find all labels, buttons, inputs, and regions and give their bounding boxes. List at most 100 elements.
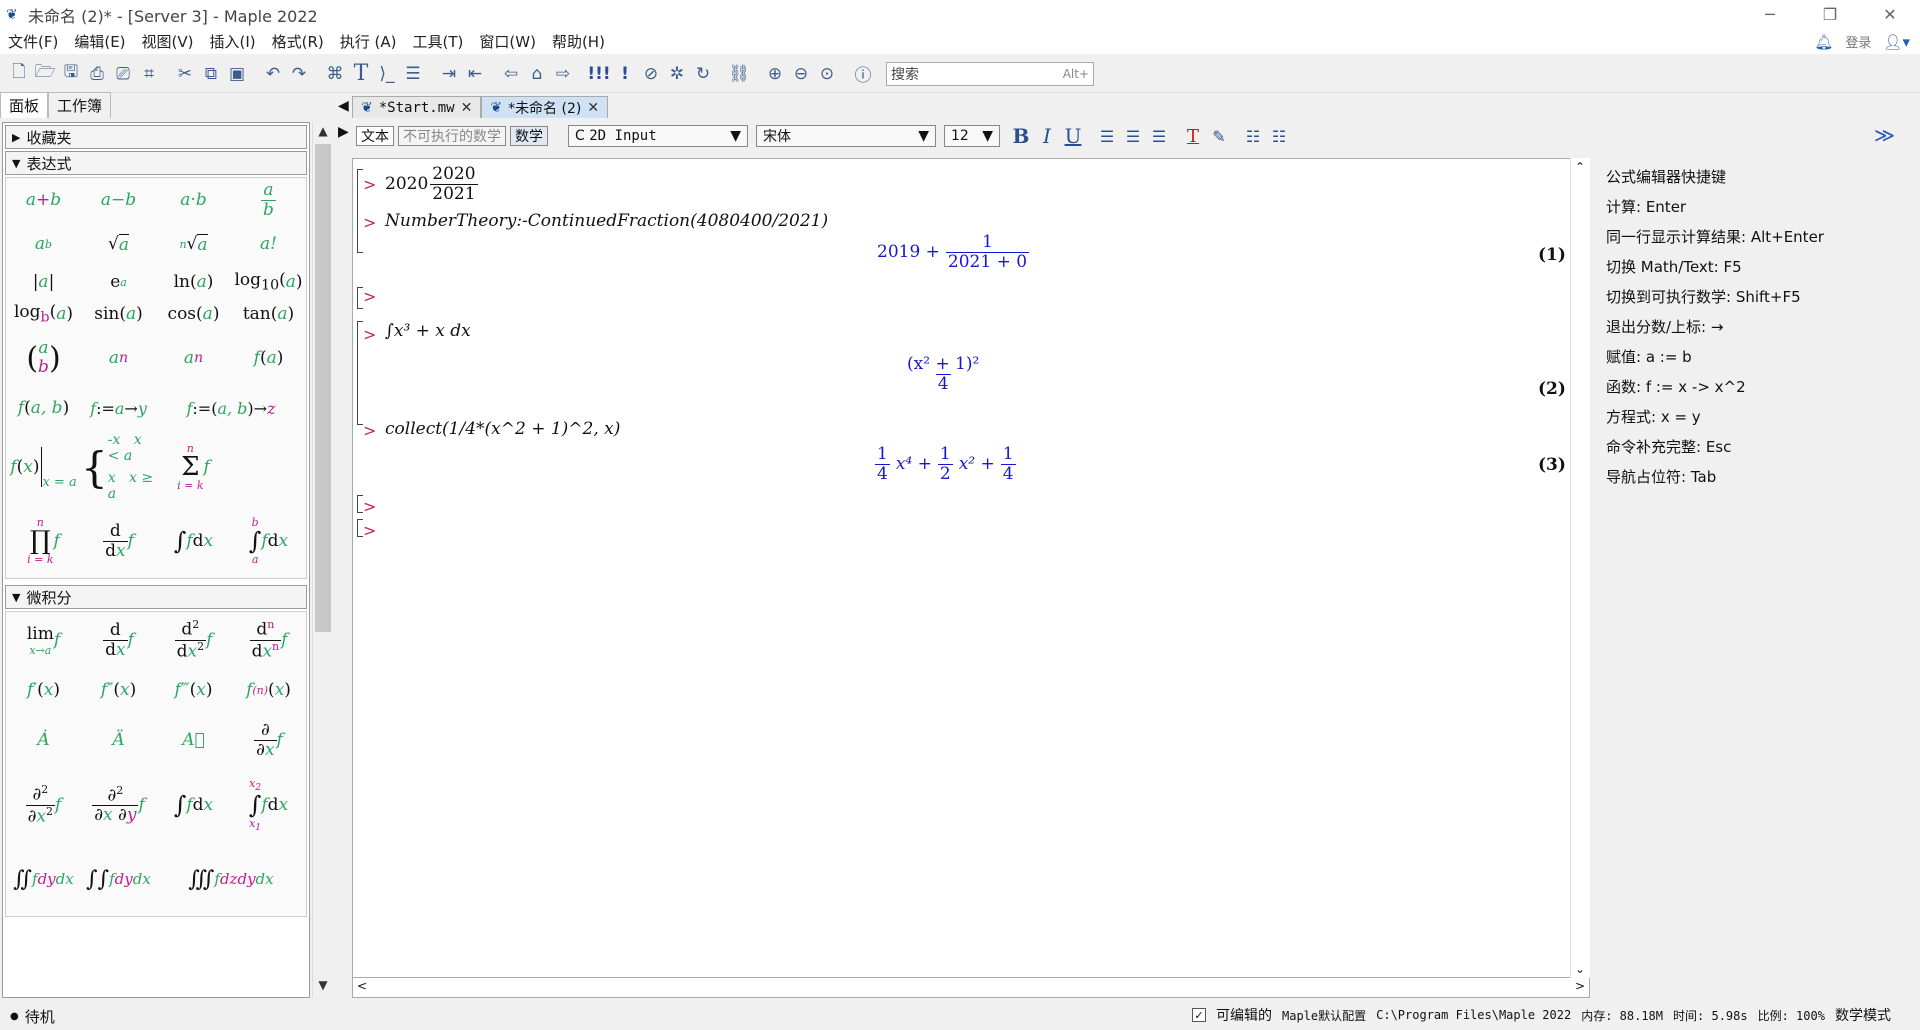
text-mode-button[interactable]: 文本	[356, 126, 394, 146]
palette-item[interactable]: tan(a)	[231, 298, 306, 330]
scroll-up-icon[interactable]: ▲	[313, 124, 333, 142]
input-mode-select[interactable]: C 2D Input ▼	[568, 125, 748, 147]
palette-item[interactable]: d2 dx2 f	[156, 612, 231, 668]
forward-icon[interactable]: ⇨	[550, 61, 576, 87]
palette-item[interactable]: A⃛	[156, 712, 231, 768]
execute-icon[interactable]: !	[612, 61, 638, 87]
outdent-icon[interactable]: ⇤	[462, 61, 488, 87]
palette-item[interactable]: d dx f	[81, 504, 156, 578]
tab-untitled[interactable]: ❦ *未命名 (2) ✕	[481, 96, 609, 118]
palette-item[interactable]: ∫∫ f dy dx	[81, 842, 156, 916]
new-document-icon[interactable]: 🗋	[6, 61, 32, 87]
expand-left-icon[interactable]: ▶	[338, 124, 349, 140]
home-icon[interactable]: ⌂	[524, 61, 550, 87]
menu-edit[interactable]: 编辑(E)	[66, 31, 133, 52]
palette-item[interactable]: a·b	[156, 178, 231, 222]
collapse-left-icon[interactable]: ◀	[338, 98, 349, 114]
palette-item[interactable]: log10(a)	[231, 266, 306, 298]
palette-item[interactable]: logb(a)	[6, 298, 81, 330]
palette-item[interactable]: f″(x)	[81, 668, 156, 712]
text-icon[interactable]: T	[348, 61, 374, 87]
menu-format[interactable]: 格式(R)	[264, 31, 332, 52]
bold-icon[interactable]: B	[1008, 124, 1034, 148]
login-link[interactable]: 登录	[1845, 32, 1871, 51]
close-button[interactable]: ✕	[1860, 0, 1920, 29]
scroll-down-icon[interactable]: ▼	[313, 978, 333, 996]
palette-item[interactable]: a!	[231, 222, 306, 266]
scroll-right-icon[interactable]: >	[1575, 979, 1585, 993]
tab-palettes[interactable]: 面板	[0, 92, 49, 118]
copy-icon[interactable]: ⧉	[198, 61, 224, 87]
restart-icon[interactable]: ↻	[690, 61, 716, 87]
menu-help[interactable]: 帮助(H)	[544, 31, 613, 52]
palette-item[interactable]: f′(x)	[6, 668, 81, 712]
print-preview-icon[interactable]: ⎚	[110, 61, 136, 87]
paste-icon[interactable]: ▣	[224, 61, 250, 87]
menu-window[interactable]: 窗口(W)	[471, 31, 544, 52]
palette-scrollbar[interactable]: ▲ ▼	[312, 122, 332, 998]
palette-item[interactable]: {-x x < ax x ≥ a	[81, 430, 156, 504]
palette-item[interactable]: cos(a)	[156, 298, 231, 330]
close-tab-icon[interactable]: ✕	[461, 100, 473, 116]
editable-checkbox[interactable]: ✓	[1192, 1008, 1206, 1022]
open-folder-icon[interactable]: 🗁	[32, 61, 58, 87]
tab-start[interactable]: ❦ *Start.mw ✕	[352, 96, 482, 118]
save-icon[interactable]: 🖫	[58, 61, 84, 87]
print-icon[interactable]: ⎙	[84, 61, 110, 87]
palette-item[interactable]: f‴(x)	[156, 668, 231, 712]
search-input[interactable]: 搜索 Alt+	[886, 61, 1094, 86]
font-select[interactable]: 宋体 ▼	[756, 125, 936, 147]
undo-icon[interactable]: ↶	[260, 61, 286, 87]
palette-item[interactable]: f(a)	[231, 330, 306, 386]
underline-icon[interactable]: U	[1060, 124, 1086, 148]
palette-item[interactable]: x2 ∫ x1 f dx	[231, 768, 306, 842]
palette-item[interactable]: an	[156, 330, 231, 386]
italic-icon[interactable]: I	[1034, 124, 1060, 148]
menu-insert[interactable]: 插入(I)	[202, 31, 264, 52]
palette-item[interactable]: dn dxn f	[231, 612, 306, 668]
palette-item[interactable]: n √ a	[156, 222, 231, 266]
palette-item[interactable]: f(x) x = a	[6, 430, 81, 504]
palette-item[interactable]: ∫ f dx	[156, 768, 231, 842]
palette-item[interactable]: an	[81, 330, 156, 386]
scroll-down-icon[interactable]: ⌄	[1575, 962, 1585, 976]
worksheet-hscroll[interactable]: < >	[352, 978, 1590, 998]
input-line-3[interactable]: ∫x³ + x dx	[385, 321, 471, 341]
palette-item[interactable]: lim x→a f	[6, 612, 81, 668]
bullet-list-icon[interactable]: ☷	[1240, 124, 1266, 148]
scroll-thumb[interactable]	[315, 144, 331, 632]
math-region-icon[interactable]: ⌘	[322, 61, 348, 87]
debug-icon[interactable]: ✲	[664, 61, 690, 87]
input-line-1[interactable]: 2020 2020 2021	[385, 165, 478, 203]
collapse-right-panel-icon[interactable]: ≫	[1874, 123, 1895, 147]
menu-tools[interactable]: 工具(T)	[405, 31, 472, 52]
align-center-icon[interactable]: ☰	[1120, 124, 1146, 148]
bell-icon[interactable]: 🔔︎	[1814, 33, 1833, 51]
palette-item[interactable]: ∭ f dz dy dx	[156, 842, 306, 916]
stop-icon[interactable]: ⊘	[638, 61, 664, 87]
numbered-list-icon[interactable]: ☷	[1266, 124, 1292, 148]
math-mode-button[interactable]: 数学	[510, 126, 548, 146]
restore-button[interactable]: ❐	[1800, 0, 1860, 29]
palette-calculus-header[interactable]: ▼ 微积分	[5, 585, 307, 609]
nonexec-math-button[interactable]: 不可执行的数学	[398, 126, 506, 146]
indent-icon[interactable]: ⇥	[436, 61, 462, 87]
palette-item[interactable]: ∂2 ∂x2 f	[6, 768, 81, 842]
palette-item[interactable]: √ a	[81, 222, 156, 266]
prompt-icon[interactable]: ⟩_	[374, 61, 400, 87]
worksheet[interactable]: > 2020 2020 2021 > NumberTheory:-Continue…	[352, 158, 1590, 978]
palette-item[interactable]: f (n)(x)	[231, 668, 306, 712]
palette-item[interactable]: | a |	[6, 266, 81, 298]
palette-item[interactable]: sin(a)	[81, 298, 156, 330]
text-color-icon[interactable]: T	[1180, 124, 1206, 148]
palette-expression-header[interactable]: ▼ 表达式	[5, 151, 307, 175]
palette-favorites-header[interactable]: ▶ 收藏夹	[5, 125, 307, 149]
execute-all-icon[interactable]: !!!	[586, 61, 612, 87]
palette-item[interactable]: (a b)	[6, 330, 81, 386]
font-size-select[interactable]: 12 ▼	[944, 125, 1000, 147]
palette-item[interactable]: n ∏ i = kf	[6, 504, 81, 578]
palette-item[interactable]	[231, 430, 306, 504]
user-icon[interactable]: 👤︎▾	[1883, 33, 1910, 51]
zoom-out-icon[interactable]: ⊖	[788, 61, 814, 87]
redo-icon[interactable]: ↷	[286, 61, 312, 87]
